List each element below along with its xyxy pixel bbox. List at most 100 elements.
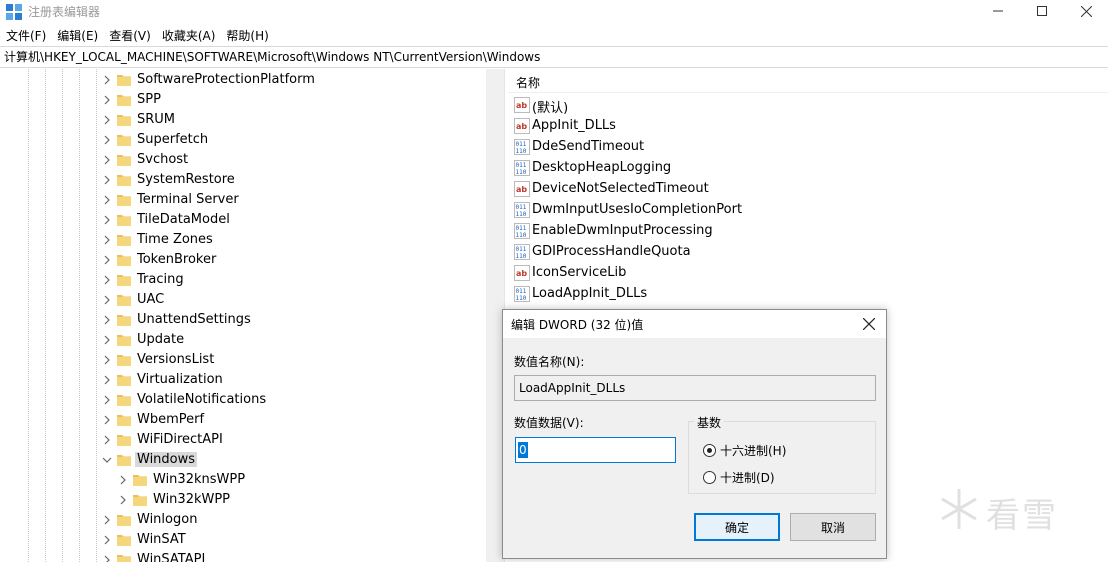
chevron-right-icon[interactable] bbox=[102, 435, 112, 445]
chevron-right-icon[interactable] bbox=[102, 315, 112, 325]
tree-item[interactable]: WbemPerf bbox=[0, 410, 486, 430]
chevron-right-icon[interactable] bbox=[102, 95, 112, 105]
menu-file[interactable]: 文件(F) bbox=[0, 27, 51, 44]
tree-item[interactable]: Win32kWPP bbox=[0, 490, 486, 510]
chevron-right-icon[interactable] bbox=[102, 195, 112, 205]
radio-hex-indicator[interactable] bbox=[703, 443, 716, 457]
value-name: DeviceNotSelectedTimeout bbox=[532, 181, 709, 196]
tree-item[interactable]: VersionsList bbox=[0, 350, 486, 370]
dialog-close-button[interactable] bbox=[855, 312, 883, 336]
tree-item[interactable]: Update bbox=[0, 330, 486, 350]
value-name: DwmInputUsesIoCompletionPort bbox=[532, 202, 743, 217]
radio-dec-indicator[interactable] bbox=[703, 470, 716, 484]
folder-icon bbox=[117, 395, 131, 406]
chevron-right-icon[interactable] bbox=[102, 535, 112, 545]
chevron-right-icon[interactable] bbox=[102, 135, 112, 145]
chevron-right-icon[interactable] bbox=[102, 395, 112, 405]
column-header[interactable]: 名称 bbox=[508, 69, 1108, 93]
value-row[interactable]: 011 110 GDIProcessHandleQuota bbox=[514, 242, 874, 262]
folder-icon bbox=[117, 455, 131, 466]
tree-item[interactable]: SoftwareProtectionPlatform bbox=[0, 70, 486, 90]
tree-item[interactable]: Win32knsWPP bbox=[0, 470, 486, 490]
tree-item[interactable]: TileDataModel bbox=[0, 210, 486, 230]
chevron-right-icon[interactable] bbox=[102, 515, 112, 525]
tree-item[interactable]: WinSATAPI bbox=[0, 550, 486, 562]
chevron-right-icon[interactable] bbox=[102, 115, 112, 125]
cancel-button[interactable]: 取消 bbox=[790, 513, 876, 541]
svg-text:011: 011 bbox=[516, 204, 527, 211]
menu-edit[interactable]: 编辑(E) bbox=[51, 27, 103, 44]
value-row[interactable]: 011 110 DesktopHeapLogging bbox=[514, 158, 874, 178]
chevron-right-icon[interactable] bbox=[102, 175, 112, 185]
folder-icon bbox=[117, 295, 131, 306]
menu-help[interactable]: 帮助(H) bbox=[220, 27, 273, 44]
tree-item[interactable]: VolatileNotifications bbox=[0, 390, 486, 410]
svg-text:ab: ab bbox=[516, 101, 527, 110]
tree-item-label: VolatileNotifications bbox=[137, 392, 267, 407]
tree-item[interactable]: Winlogon bbox=[0, 510, 486, 530]
column-name[interactable]: 名称 bbox=[516, 74, 540, 91]
chevron-down-icon[interactable] bbox=[102, 455, 112, 465]
radio-hex[interactable]: 十六进制(H) bbox=[703, 442, 786, 458]
maximize-button[interactable] bbox=[1019, 0, 1065, 22]
chevron-right-icon[interactable] bbox=[102, 275, 112, 285]
tree-item[interactable]: Terminal Server bbox=[0, 190, 486, 210]
minimize-button[interactable] bbox=[975, 0, 1021, 22]
dword-value-icon: 011110 bbox=[514, 286, 530, 302]
radio-dec[interactable]: 十进制(D) bbox=[703, 469, 775, 485]
chevron-right-icon[interactable] bbox=[102, 355, 112, 365]
tree-item[interactable]: Virtualization bbox=[0, 370, 486, 390]
key-tree[interactable]: SoftwareProtectionPlatform SPP SRUM Superfe… bbox=[0, 69, 504, 562]
dialog-title: 编辑 DWORD (32 位)值 bbox=[511, 318, 644, 332]
chevron-right-icon[interactable] bbox=[102, 415, 112, 425]
tree-item-label: WiFiDirectAPI bbox=[137, 432, 223, 447]
tree-item[interactable]: TokenBroker bbox=[0, 250, 486, 270]
value-row[interactable]: 011 110 EnableDwmInputProcessing bbox=[514, 221, 874, 241]
tree-item-label: TokenBroker bbox=[137, 252, 217, 267]
tree-item[interactable]: Tracing bbox=[0, 270, 486, 290]
tree-item[interactable]: WiFiDirectAPI bbox=[0, 430, 486, 450]
value-row[interactable]: 011 110 DwmInputUsesIoCompletionPort bbox=[514, 200, 874, 220]
chevron-right-icon[interactable] bbox=[102, 555, 112, 562]
value-row[interactable]: ab AppInit_DLLs bbox=[514, 116, 874, 136]
menu-favorites[interactable]: 收藏夹(A) bbox=[156, 27, 221, 44]
chevron-right-icon[interactable] bbox=[102, 75, 112, 85]
tree-item[interactable]: Windows bbox=[0, 450, 486, 470]
tree-item[interactable]: SPP bbox=[0, 90, 486, 110]
chevron-right-icon[interactable] bbox=[102, 255, 112, 265]
tree-item[interactable]: UnattendSettings bbox=[0, 310, 486, 330]
close-button[interactable] bbox=[1063, 0, 1108, 22]
value-row[interactable]: 011 110 DdeSendTimeout bbox=[514, 137, 874, 157]
chevron-right-icon[interactable] bbox=[102, 375, 112, 385]
value-row[interactable]: ab IconServiceLib bbox=[514, 263, 874, 283]
tree-item[interactable]: SRUM bbox=[0, 110, 486, 130]
folder-icon bbox=[117, 435, 131, 446]
value-row[interactable]: ab (默认) bbox=[514, 95, 874, 116]
folder-icon bbox=[117, 75, 131, 86]
tree-item[interactable]: SystemRestore bbox=[0, 170, 486, 190]
value-name-label: 数值名称(N): bbox=[514, 355, 585, 369]
svg-text:110: 110 bbox=[516, 232, 527, 239]
tree-item[interactable]: WinSAT bbox=[0, 530, 486, 550]
folder-icon bbox=[117, 215, 131, 226]
chevron-right-icon[interactable] bbox=[102, 155, 112, 165]
tree-item[interactable]: UAC bbox=[0, 290, 486, 310]
chevron-right-icon[interactable] bbox=[102, 335, 112, 345]
address-bar[interactable]: 计算机\HKEY_LOCAL_MACHINE\SOFTWARE\Microsof… bbox=[0, 46, 1108, 68]
tree-item[interactable]: Time Zones bbox=[0, 230, 486, 250]
chevron-right-icon[interactable] bbox=[118, 475, 128, 485]
chevron-right-icon[interactable] bbox=[118, 495, 128, 505]
chevron-right-icon[interactable] bbox=[102, 215, 112, 225]
tree-item-label: Windows bbox=[135, 452, 198, 467]
ok-button[interactable]: 确定 bbox=[694, 513, 780, 541]
chevron-right-icon[interactable] bbox=[102, 235, 112, 245]
tree-item-label: Terminal Server bbox=[137, 192, 239, 207]
value-row[interactable]: 011 110 LoadAppInit_DLLs bbox=[514, 284, 874, 304]
folder-icon bbox=[117, 135, 131, 146]
value-data-input[interactable]: 0 bbox=[515, 437, 676, 463]
value-row[interactable]: ab DeviceNotSelectedTimeout bbox=[514, 179, 874, 199]
tree-item[interactable]: Superfetch bbox=[0, 130, 486, 150]
chevron-right-icon[interactable] bbox=[102, 295, 112, 305]
tree-item[interactable]: Svchost bbox=[0, 150, 486, 170]
menu-view[interactable]: 查看(V) bbox=[103, 27, 156, 44]
